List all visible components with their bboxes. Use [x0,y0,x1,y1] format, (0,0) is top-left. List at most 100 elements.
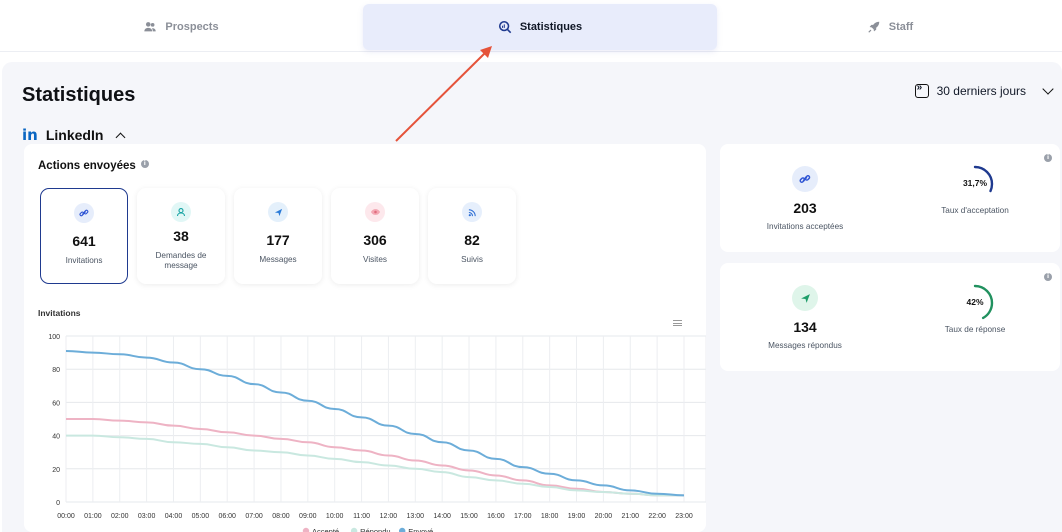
x-tick-label: 17:00 [514,513,532,520]
kpi-label: Invitations acceptées [766,222,844,231]
tab-staff[interactable]: Staff [718,4,1062,50]
x-tick-label: 23:00 [675,513,693,520]
stat-tile-visites[interactable]: 306 Visites [331,188,419,284]
tab-label: Prospects [165,21,219,33]
kpi-value: 203 [793,200,817,216]
rocket-icon [868,21,880,33]
y-tick-label: 80 [52,367,60,374]
stat-tile-invitations[interactable]: 641 Invitations [40,188,128,284]
stat-label: Visites [363,255,387,264]
x-tick-label: 04:00 [165,513,183,520]
stat-label: Suivis [461,255,483,264]
response-rate-gauge: 42% Taux de réponse [925,283,1025,334]
section-title: LinkedIn [45,127,104,143]
stat-value: 177 [266,232,290,248]
acceptance-rate-gauge: 31,7% Taux d'acceptation [925,164,1025,215]
rate-value: 31,7% [962,178,988,188]
actions-title: Actions envoyées i [38,160,149,172]
stat-label: Demandes de message [155,251,207,270]
stat-tile-messages[interactable]: 177 Messages [234,188,322,284]
main-panel: Statistiques 30 derniers jours in Linked… [2,62,1062,532]
acceptance-card: i 203 Invitations acceptées 31,7% Taux d… [720,144,1060,252]
linkedin-icon: in [22,126,38,144]
send-icon [268,202,288,222]
x-tick-label: 10:00 [326,513,344,520]
x-tick-label: 03:00 [138,513,156,520]
series-line-répondu [66,434,684,497]
y-tick-label: 60 [52,400,60,407]
user-message-icon [171,202,191,222]
x-tick-label: 09:00 [299,513,317,520]
y-tick-label: 20 [52,467,60,474]
users-icon [144,22,157,32]
kpi-value: 134 [793,319,817,335]
x-tick-label: 20:00 [595,513,613,520]
replied-kpi: 134 Messages répondus [750,285,860,350]
accepted-kpi: 203 Invitations acceptées [750,166,860,231]
stat-value: 306 [363,232,387,248]
x-tick-label: 08:00 [272,513,290,520]
legend-label: Envoyé [408,527,433,532]
link-icon [792,166,818,192]
invitations-line-chart: 100 80 60 40 20 0 00:00 01:00 02:00 03:00 04:00 05:… [48,334,706,532]
chevron-down-icon [1042,83,1054,95]
x-tick-label: 19:00 [568,513,586,520]
x-tick-label: 13:00 [407,513,425,520]
send-icon [792,285,818,311]
legend-marker [302,527,310,532]
top-tab-bar: Prospects Statistiques Staff [0,0,1062,52]
actions-title-label: Actions envoyées [38,160,136,172]
rate-value: 42% [966,297,984,307]
stat-tile-suivis[interactable]: 82 Suivis [428,188,516,284]
eye-icon [365,202,385,222]
y-tick-label: 0 [56,500,60,507]
x-tick-label: 01:00 [84,513,102,520]
stat-value: 38 [173,228,189,244]
legend-label: Accepté [312,527,339,532]
x-tick-label: 11:00 [353,513,370,520]
stat-label: Invitations [65,256,103,265]
x-tick-label: 07:00 [245,513,263,520]
x-tick-label: 15:00 [460,513,478,520]
chart-title: Invitations [38,308,81,318]
x-tick-label: 22:00 [648,513,666,520]
response-card: i 134 Messages répondus 42% Taux de répo… [720,263,1060,371]
page-title: Statistiques [22,84,136,106]
info-icon[interactable]: i [140,160,149,168]
chart-search-icon [498,20,512,34]
stat-value: 82 [464,232,480,248]
linkedin-section-toggle[interactable]: in LinkedIn [22,126,126,144]
x-tick-label: 21:00 [621,513,639,520]
period-label: 30 derniers jours [936,84,1026,98]
tab-prospects[interactable]: Prospects [0,4,362,50]
y-tick-label: 100 [48,334,60,341]
x-tick-label: 05:00 [192,513,210,520]
x-tick-label: 18:00 [541,513,559,520]
x-tick-label: 02:00 [111,513,129,520]
y-tick-label: 40 [52,434,60,441]
stat-tile-demandes[interactable]: 38 Demandes de message [137,188,225,284]
period-selector[interactable]: 30 derniers jours [914,82,1054,98]
x-tick-label: 00:00 [57,513,75,520]
x-tick-label: 12:00 [380,513,398,520]
rate-label: Taux de réponse [944,325,1006,334]
tab-statistiques[interactable]: Statistiques [363,4,717,50]
x-tick-label: 14:00 [433,513,451,520]
chevron-up-icon [115,132,126,142]
legend-marker [399,527,406,532]
x-tick-label: 06:00 [218,513,236,520]
rate-label: Taux d'acceptation [941,206,1009,215]
kpi-label: Messages répondus [768,341,842,350]
link-icon [74,203,94,223]
tab-label: Statistiques [519,21,583,33]
tab-label: Staff [888,21,914,33]
actions-card: Actions envoyées i 641 Invitations 38 De… [24,144,706,532]
stat-label: Messages [259,255,297,264]
calendar-icon [914,82,929,98]
legend-marker [350,527,358,532]
x-tick-label: 16:00 [487,513,505,520]
legend-label: Répondu [360,527,390,532]
info-icon[interactable]: i [1044,154,1052,162]
rss-icon [462,202,482,222]
info-icon[interactable]: i [1044,273,1052,281]
